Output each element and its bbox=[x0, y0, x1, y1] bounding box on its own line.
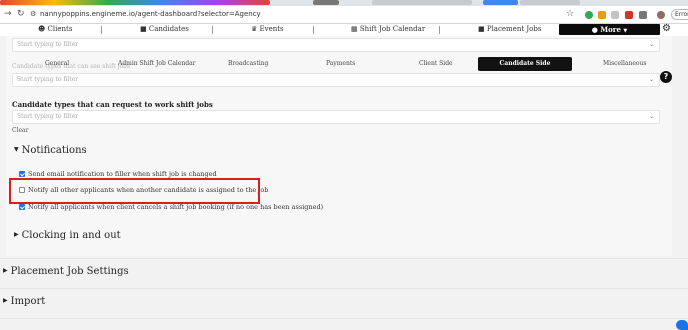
calendar-icon: ▦ bbox=[351, 25, 358, 33]
clocking-section-header[interactable]: ▶ Clocking in and out bbox=[14, 230, 121, 241]
chevron-down-icon: ⌄ bbox=[648, 76, 654, 83]
section-title: Import bbox=[10, 296, 46, 307]
nav-item-shift-job-calendar[interactable]: ▦ Shift Job Calendar bbox=[351, 25, 425, 33]
candidate-types-filter-top[interactable]: Start typing to filter ⌄ bbox=[12, 38, 660, 52]
divider bbox=[0, 258, 688, 259]
caret-down-icon: ▼ bbox=[623, 28, 628, 34]
extension-icon[interactable] bbox=[598, 11, 606, 19]
reload-icon[interactable]: ↻ bbox=[17, 9, 25, 19]
subtab-admin-shift-job-calendar[interactable]: Admin Shift Job Calendar bbox=[118, 60, 196, 67]
nav-item-clients[interactable]: ☻ Clients bbox=[38, 25, 72, 33]
option-email-filler-on-change[interactable]: Send email notification to filler when s… bbox=[19, 170, 217, 178]
extension-icon[interactable] bbox=[611, 11, 619, 19]
chevron-right-icon: ▶ bbox=[3, 297, 8, 304]
browser-tabs-group[interactable] bbox=[0, 0, 270, 5]
chat-widget-icon[interactable] bbox=[676, 320, 688, 330]
nav-divider bbox=[313, 26, 314, 34]
briefcase-icon: ■ bbox=[478, 25, 485, 33]
chevron-down-icon: ⌄ bbox=[648, 113, 654, 120]
divider bbox=[0, 318, 688, 319]
filter-placeholder: Start typing to filter bbox=[17, 41, 79, 48]
option-label: Notify all applicants when client cancel… bbox=[28, 203, 324, 211]
highlight-box bbox=[9, 178, 260, 204]
section-title: Placement Job Settings bbox=[10, 266, 129, 277]
subtab-general[interactable]: General bbox=[45, 60, 69, 67]
extension-icon[interactable] bbox=[585, 11, 593, 19]
back-icon[interactable]: → bbox=[4, 9, 12, 19]
settings-sub-tabs: General Admin Shift Job Calendar Broadca… bbox=[0, 57, 688, 71]
url-text[interactable]: nannypoppins.engineme.io/agent-dashboard… bbox=[40, 10, 261, 18]
nav-item-candidates[interactable]: ■ Candidates bbox=[140, 25, 189, 33]
candidate-types-filter-mid[interactable]: Start typing to filter ⌄ bbox=[12, 73, 660, 87]
help-icon[interactable]: ? bbox=[660, 71, 672, 83]
subtab-payments[interactable]: Payments bbox=[326, 60, 355, 67]
subtab-broadcasting[interactable]: Broadcasting bbox=[228, 60, 268, 67]
section-title: Notifications bbox=[21, 145, 87, 156]
subtab-miscellaneous[interactable]: Miscellaneous bbox=[603, 60, 646, 67]
request-shift-jobs-label: Candidate types that can request to work… bbox=[12, 100, 213, 109]
import-section-header[interactable]: ▶ Import bbox=[3, 296, 45, 307]
section-title: Clocking in and out bbox=[21, 230, 121, 241]
site-info-icon[interactable]: ⚙ bbox=[30, 10, 36, 18]
filter-placeholder: Start typing to filter bbox=[17, 113, 79, 120]
checkbox-checked[interactable] bbox=[19, 171, 25, 177]
nav-divider bbox=[101, 26, 102, 34]
request-shift-jobs-filter[interactable]: Start typing to filter ⌄ bbox=[12, 110, 660, 124]
browser-tab[interactable] bbox=[372, 0, 472, 5]
app-top-nav: ☻ Clients ■ Candidates ♛ Events ▦ Shift … bbox=[0, 23, 688, 36]
trophy-icon: ♛ bbox=[251, 25, 258, 33]
more-menu-button[interactable]: ● More ▼ bbox=[559, 24, 660, 35]
subtab-client-side[interactable]: Client Side bbox=[419, 60, 453, 67]
browser-tab[interactable] bbox=[313, 0, 339, 5]
option-notify-on-client-cancel[interactable]: Notify all applicants when client cancel… bbox=[19, 203, 323, 211]
option-label: Send email notification to filler when s… bbox=[28, 170, 217, 178]
error-button[interactable]: Error bbox=[671, 9, 688, 20]
gear-icon[interactable]: ⚙ bbox=[662, 23, 671, 34]
more-icon: ● bbox=[591, 26, 598, 34]
extensions-puzzle-icon[interactable] bbox=[639, 11, 647, 19]
bookmark-star-icon[interactable]: ☆ bbox=[566, 9, 574, 19]
profile-avatar[interactable] bbox=[657, 11, 665, 19]
extension-icon[interactable] bbox=[625, 11, 633, 19]
nav-item-placement-jobs[interactable]: ■ Placement Jobs bbox=[478, 25, 541, 33]
clear-link[interactable]: Clear bbox=[12, 127, 29, 134]
browser-tab[interactable] bbox=[483, 0, 518, 5]
divider bbox=[0, 288, 688, 289]
user-circle-icon: ☻ bbox=[38, 25, 46, 33]
browser-tab[interactable] bbox=[520, 0, 580, 5]
checkbox-checked[interactable] bbox=[19, 204, 25, 210]
chevron-down-icon: ⌄ bbox=[648, 41, 654, 48]
subtab-candidate-side[interactable]: Candidate Side bbox=[478, 57, 572, 71]
browser-address-bar: → ↻ ⚙ nannypoppins.engineme.io/agent-das… bbox=[0, 6, 688, 24]
nav-divider bbox=[212, 26, 213, 34]
chevron-right-icon: ▶ bbox=[14, 231, 19, 238]
nav-divider bbox=[439, 26, 440, 34]
notifications-section-header[interactable]: ▼ Notifications bbox=[14, 145, 87, 156]
nav-item-events[interactable]: ♛ Events bbox=[251, 25, 284, 33]
chevron-down-icon: ▼ bbox=[14, 146, 19, 153]
placement-job-settings-header[interactable]: ▶ Placement Job Settings bbox=[3, 266, 129, 277]
briefcase-icon: ■ bbox=[140, 25, 147, 33]
filter-placeholder: Start typing to filter bbox=[17, 76, 79, 83]
chevron-right-icon: ▶ bbox=[3, 267, 8, 274]
